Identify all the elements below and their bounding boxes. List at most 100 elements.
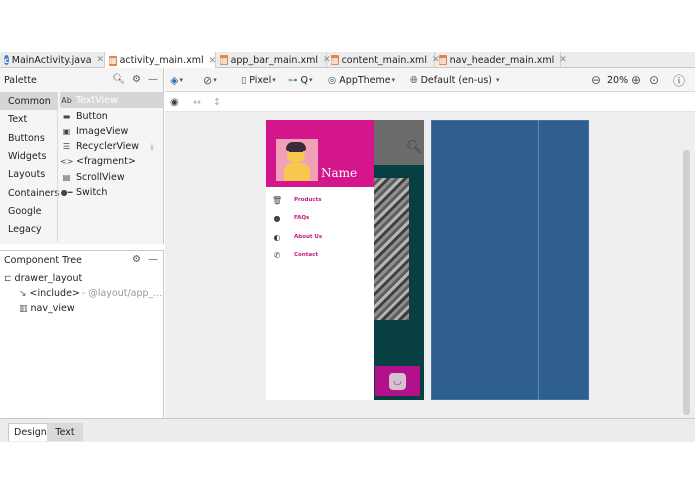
- design-toolbar: ◈ ▾ ⊘ ▾ ▯ Pixel ▾ ⊶ Q ▾ ◎ AppTheme ▾ 🌐︎ Defau…: [165, 68, 695, 92]
- component-tree-panel: Component Tree ⚙ — ⊏ drawer_layout ↘ <in…: [0, 250, 164, 418]
- tab-app-bar-main[interactable]: ▦ app_bar_main.xml ✕: [216, 52, 331, 68]
- minimize-icon[interactable]: —: [148, 74, 158, 85]
- chevron-down-icon: ▾: [272, 76, 276, 84]
- tab-main-activity[interactable]: c MainActivity.java ✕: [0, 52, 105, 68]
- tree-node-hint: - @layout/app_...: [81, 288, 163, 299]
- tree-node-drawer-layout[interactable]: ⊏ drawer_layout: [4, 271, 82, 286]
- warning-icon: ⓘ: [673, 73, 686, 88]
- palette-widget-textview[interactable]: Ab TextView: [60, 92, 164, 108]
- palette-category-text[interactable]: Text: [0, 110, 57, 128]
- palette-widget-button[interactable]: ▬ Button: [60, 108, 108, 124]
- horizontal-resize-button[interactable]: ↔: [193, 92, 201, 112]
- scroll-icon: ▤: [62, 172, 71, 182]
- warnings-button[interactable]: ⓘ: [673, 68, 685, 92]
- gear-icon[interactable]: ⚙: [132, 254, 141, 265]
- component-tree-title: Component Tree: [4, 254, 82, 266]
- palette-category-widgets[interactable]: Widgets: [0, 147, 57, 165]
- palette-category-common[interactable]: Common: [0, 92, 57, 110]
- tab-label: Design: [14, 427, 47, 438]
- locale-selector[interactable]: 🌐︎ Default (en-us) ▾: [410, 68, 500, 92]
- chevron-down-icon: ▾: [308, 76, 313, 84]
- zoom-level: 20%: [607, 68, 628, 92]
- download-icon[interactable]: ⤓: [150, 142, 154, 152]
- api-label: Q: [300, 74, 308, 86]
- xml-layout-icon: ▦: [109, 55, 117, 66]
- tab-nav-header-main[interactable]: ▦ nav_header_main.xml ✕: [435, 52, 567, 68]
- code-brackets-icon: <>: [60, 156, 74, 166]
- orientation-button[interactable]: ⊘ ▾: [203, 68, 217, 92]
- tab-label: MainActivity.java: [11, 54, 92, 66]
- widget-label: ImageView: [76, 125, 129, 137]
- tab-activity-main[interactable]: ▦ activity_main.xml ✕: [105, 52, 216, 69]
- tree-node-label: nav_view: [30, 303, 75, 314]
- category-label: Buttons: [8, 132, 45, 144]
- tab-label: app_bar_main.xml: [230, 54, 318, 66]
- eye-icon: ◉: [170, 96, 179, 108]
- widget-label: ScrollView: [76, 171, 125, 183]
- category-label: Google: [8, 205, 42, 217]
- theme-selector[interactable]: ◎ AppTheme ▾: [328, 68, 395, 92]
- help-icon: ●: [273, 213, 281, 223]
- content-image-preview: [374, 178, 409, 320]
- image-icon: ▣: [62, 126, 71, 136]
- device-selector[interactable]: ▯ Pixel ▾: [241, 68, 276, 92]
- chevron-down-icon: ▾: [391, 76, 396, 84]
- api-level-selector[interactable]: ⊶ Q ▾: [288, 68, 313, 92]
- palette-widget-recyclerview[interactable]: ☰ RecyclerView: [60, 138, 139, 154]
- widget-label: Button: [76, 110, 108, 122]
- phone-icon: ✆: [273, 250, 281, 260]
- xml-layout-icon: ▦: [331, 55, 339, 65]
- palette-category-containers[interactable]: Containers: [0, 184, 60, 202]
- palette-title: Palette: [4, 74, 37, 86]
- nav-header-name: Name: [321, 166, 358, 180]
- palette-category-google[interactable]: Google: [0, 202, 57, 220]
- view-options-button[interactable]: ◉: [170, 92, 179, 112]
- editor-mode-tabs: Design Text: [0, 418, 695, 442]
- zoom-out-icon: ⊖: [591, 73, 602, 87]
- widget-label: <fragment>: [76, 155, 136, 167]
- palette-category-buttons[interactable]: Buttons: [0, 129, 57, 147]
- category-label: Legacy: [8, 223, 42, 235]
- chevron-down-icon: ▾: [213, 76, 217, 84]
- palette-category-layouts[interactable]: Layouts: [0, 165, 57, 183]
- tree-node-include[interactable]: ↘ <include> - @layout/app_...: [19, 286, 162, 301]
- zoom-in-button[interactable]: ⊕: [631, 68, 641, 92]
- avatar: [276, 139, 318, 181]
- theme-icon: ◎: [328, 74, 337, 86]
- phone-icon: ▯: [241, 74, 247, 86]
- palette-widget-scrollview[interactable]: ▤ ScrollView: [60, 169, 125, 185]
- palette-category-legacy[interactable]: Legacy: [0, 220, 57, 238]
- blueprint-preview[interactable]: [431, 120, 589, 400]
- orientation-icon: ⊘: [203, 73, 213, 87]
- gear-icon[interactable]: ⚙: [132, 74, 141, 85]
- fab-preview: ◡: [375, 366, 420, 396]
- close-icon[interactable]: ✕: [559, 55, 567, 65]
- zoom-label: 20%: [607, 74, 629, 86]
- button-icon: ▬: [62, 111, 71, 121]
- search-icon: 🔍︎: [406, 140, 423, 155]
- chevron-down-icon: ▾: [179, 76, 183, 84]
- widget-label: TextView: [76, 94, 118, 106]
- zoom-out-button[interactable]: ⊖: [591, 68, 601, 92]
- design-surface-button[interactable]: ◈ ▾: [170, 68, 183, 92]
- design-canvas[interactable]: [165, 112, 695, 418]
- close-icon[interactable]: ✕: [97, 55, 105, 65]
- zoom-fit-button[interactable]: ⊙: [649, 68, 659, 92]
- widget-label: Switch: [76, 186, 108, 198]
- theme-label: AppTheme: [339, 74, 391, 86]
- view-options-toolbar: ◉ ↔ ↕: [165, 92, 695, 112]
- nav-menu-label: Contact: [294, 252, 318, 258]
- tab-text[interactable]: Text: [47, 423, 83, 441]
- tree-node-nav-view[interactable]: ▥ nav_view: [19, 301, 75, 316]
- search-icon[interactable]: 🔍︎: [112, 74, 125, 85]
- minimize-icon[interactable]: —: [148, 254, 158, 265]
- palette-widget-switch[interactable]: ●━ Switch: [60, 184, 108, 200]
- editor-tab-bar: c MainActivity.java ✕ ▦ activity_main.xm…: [0, 52, 695, 69]
- tab-content-main[interactable]: ▦ content_main.xml ✕: [327, 52, 440, 68]
- category-label: Text: [8, 113, 28, 125]
- vertical-resize-button[interactable]: ↕: [213, 92, 221, 112]
- palette-widget-fragment[interactable]: <> <fragment>: [60, 153, 136, 169]
- canvas-scrollbar[interactable]: [683, 150, 690, 415]
- palette-widget-imageview[interactable]: ▣ ImageView: [60, 123, 129, 139]
- category-label: Containers: [8, 187, 60, 199]
